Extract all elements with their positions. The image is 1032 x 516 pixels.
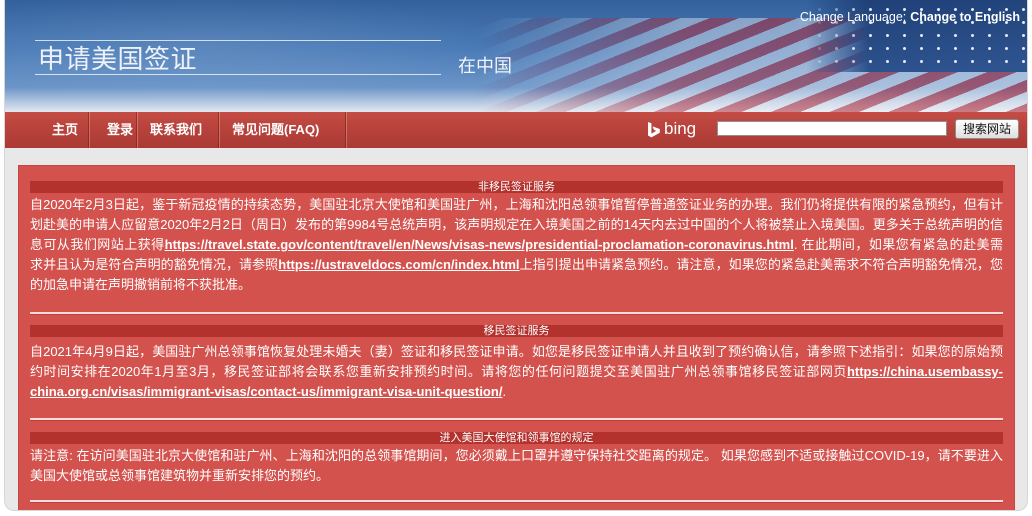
search-input[interactable]: [717, 121, 947, 136]
site-title: 申请美国签证: [38, 44, 198, 74]
notice-link[interactable]: https://ustraveldocs.com/cn/index.html: [278, 257, 519, 272]
bing-logo-icon: [648, 122, 660, 138]
main-navigation: 主页 登录 联系我们 常见问题(FAQ) bing 搜索网站: [5, 112, 1027, 148]
notice-title-entry-rules: 进入美国大使馆和领事馆的规定: [30, 432, 1003, 444]
change-language-link[interactable]: Change to English: [910, 10, 1020, 24]
notice-text: .: [502, 384, 507, 399]
notice-body-entry-rules: 请注意: 在访问美国驻北京大使馆和驻广州、上海和沈阳的总领事馆期间，您必须戴上口…: [30, 446, 1003, 486]
nav-item-faq[interactable]: 常见问题(FAQ): [232, 112, 319, 148]
notice-body-immigrant: 自2021年4月9日起，美国驻广州总领事馆恢复处理未婚夫（妻）签证和移民签证申请…: [30, 342, 1003, 402]
nav-item-contact[interactable]: 联系我们: [150, 112, 202, 148]
notice-divider: [30, 418, 1003, 420]
bing-wordmark: bing: [664, 119, 697, 138]
nav-separator: [218, 112, 220, 148]
notice-title-immigrant: 移民签证服务: [30, 325, 1003, 337]
title-rule-top: [35, 40, 441, 41]
language-switcher: Change Language: Change to English: [800, 9, 1020, 25]
notice-text: 请注意: 在访问美国驻北京大使馆和驻广州、上海和沈阳的总领事馆期间，您必须戴上口…: [30, 448, 1003, 483]
nav-separator: [345, 112, 347, 148]
notice-panel: 非移民签证服务 自2020年2月3日起，鉴于新冠疫情的持续态势，美国驻北京大使馆…: [18, 165, 1015, 510]
title-rule-bottom: [35, 74, 441, 75]
nav-separator: [136, 112, 138, 148]
notice-divider: [30, 312, 1003, 314]
nav-item-login[interactable]: 登录: [107, 112, 133, 148]
notice-link[interactable]: https://travel.state.gov/content/travel/…: [165, 237, 794, 252]
nav-item-home[interactable]: 主页: [52, 112, 78, 148]
browser-page: Change Language: Change to English 申请美国签证…: [5, 0, 1027, 510]
notice-body-nonimmigrant: 自2020年2月3日起，鉴于新冠疫情的持续态势，美国驻北京大使馆和美国驻广州，上…: [30, 195, 1003, 295]
language-label: Change Language:: [799, 10, 907, 24]
nav-separator: [88, 112, 90, 148]
site-subtitle: 在中国: [458, 56, 512, 76]
site-header: Change Language: Change to English 申请美国签证…: [5, 0, 1027, 112]
notice-divider: [30, 500, 1003, 502]
search-button[interactable]: 搜索网站: [955, 119, 1019, 139]
notice-title-nonimmigrant: 非移民签证服务: [30, 181, 1003, 193]
